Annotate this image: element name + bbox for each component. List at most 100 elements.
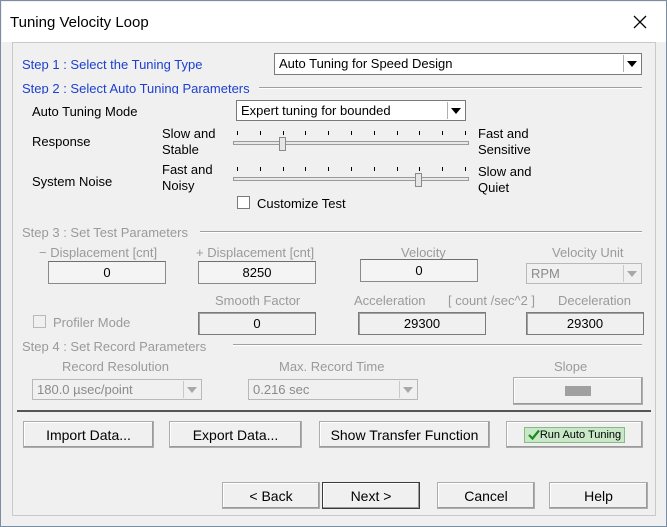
slider-thumb[interactable] — [279, 137, 286, 151]
tuning-dialog: Tuning Velocity Loop Step 1 : Select the… — [0, 0, 667, 527]
slider-track — [233, 177, 469, 181]
import-data-button[interactable]: Import Data... — [23, 421, 154, 448]
run-auto-tuning-badge: Run Auto Tuning — [523, 426, 626, 443]
slider-tick — [397, 131, 398, 135]
profiler-mode-checkbox[interactable] — [33, 315, 46, 328]
divider — [200, 231, 642, 233]
slider-tick — [237, 131, 238, 135]
chevron-down-icon — [183, 381, 200, 398]
response-left-label-2: Stable — [162, 142, 199, 157]
noise-left-label-2: Noisy — [162, 178, 195, 193]
slider-tick — [305, 131, 306, 135]
response-right-label-1: Fast and — [478, 126, 529, 141]
system-noise-label: System Noise — [32, 174, 113, 189]
slider-tick — [283, 131, 284, 135]
noise-slider[interactable] — [233, 163, 469, 189]
profiler-mode-label: Profiler Mode — [53, 315, 131, 330]
pos-displacement-label: + Displacement [cnt] — [196, 245, 315, 260]
record-resolution-value: 180.0 µsec/point — [37, 382, 133, 397]
noise-right-label-2: Quiet — [478, 180, 510, 195]
slider-tick — [260, 131, 261, 135]
response-slider[interactable] — [233, 127, 469, 153]
cancel-button[interactable]: Cancel — [437, 482, 535, 509]
slider-tick — [283, 167, 284, 171]
chevron-down-icon — [447, 102, 464, 119]
velocity-unit-value: RPM — [531, 266, 560, 281]
noise-left-label-1: Fast and — [162, 162, 213, 177]
slider-thumb[interactable] — [415, 173, 422, 187]
max-record-time-select[interactable]: 0.216 sec — [248, 379, 418, 400]
window-title: Tuning Velocity Loop — [10, 14, 149, 31]
title-bar: Tuning Velocity Loop — [2, 2, 666, 42]
velocity-field[interactable]: 0 — [360, 259, 478, 282]
divider — [233, 344, 642, 346]
slider-tick — [260, 167, 261, 171]
chevron-down-icon — [623, 55, 640, 72]
next-button[interactable]: Next > — [322, 482, 420, 509]
slider-tick — [328, 131, 329, 135]
acceleration-unit-label: [ count /sec^2 ] — [448, 293, 536, 308]
max-record-time-value: 0.216 sec — [253, 382, 310, 397]
record-resolution-label: Record Resolution — [62, 359, 169, 374]
velocity-unit-select[interactable]: RPM — [526, 263, 642, 284]
slider-tick — [465, 131, 466, 135]
tuning-type-value: Auto Tuning for Speed Design — [279, 56, 453, 71]
slider-tick — [397, 167, 398, 171]
checkmark-icon — [528, 429, 540, 440]
slider-tick — [305, 167, 306, 171]
slider-tick — [465, 167, 466, 171]
response-left-label-1: Slow and — [162, 126, 216, 141]
pos-displacement-field[interactable]: 8250 — [198, 261, 316, 284]
record-resolution-select[interactable]: 180.0 µsec/point — [32, 379, 202, 400]
auto-tuning-mode-value: Expert tuning for bounded — [241, 103, 391, 118]
velocity-label: Velocity — [401, 245, 446, 260]
noise-right-label-1: Slow and — [478, 164, 532, 179]
show-transfer-function-button[interactable]: Show Transfer Function — [319, 421, 490, 448]
back-button[interactable]: < Back — [222, 482, 320, 509]
divider — [259, 87, 642, 89]
deceleration-field[interactable]: 29300 — [526, 312, 644, 335]
slider-tick — [419, 167, 420, 171]
acceleration-field[interactable]: 29300 — [358, 312, 486, 335]
export-data-button[interactable]: Export Data... — [169, 421, 302, 448]
response-right-label-2: Sensitive — [478, 142, 531, 157]
customize-test-checkbox[interactable] — [237, 196, 250, 209]
slope-button[interactable] — [513, 377, 643, 405]
smooth-factor-label: Smooth Factor — [215, 293, 301, 308]
slider-tick — [328, 167, 329, 171]
max-record-time-label: Max. Record Time — [279, 359, 385, 374]
step3-label: Step 3 : Set Test Parameters — [22, 225, 188, 240]
slider-tick — [374, 131, 375, 135]
chevron-down-icon — [399, 381, 416, 398]
velocity-unit-label: Velocity Unit — [552, 245, 624, 260]
close-button[interactable] — [618, 5, 662, 39]
step2-label: Step 2 : Select Auto Tuning Parameters — [22, 81, 250, 94]
deceleration-label: Deceleration — [558, 293, 631, 308]
slider-tick — [442, 131, 443, 135]
slider-tick — [374, 167, 375, 171]
slope-swatch — [565, 386, 591, 396]
smooth-factor-field[interactable]: 0 — [198, 312, 316, 335]
step4-label: Step 4 : Set Record Parameters — [22, 339, 207, 354]
slider-tick — [351, 167, 352, 171]
run-auto-tuning-label: Run Auto Tuning — [539, 428, 622, 441]
slider-tick — [351, 131, 352, 135]
response-label: Response — [32, 134, 91, 149]
slider-tick — [442, 167, 443, 171]
divider — [17, 410, 651, 412]
slider-track — [233, 141, 469, 145]
tuning-type-select[interactable]: Auto Tuning for Speed Design — [274, 53, 642, 75]
help-button[interactable]: Help — [549, 482, 648, 509]
neg-displacement-label: − Displacement [cnt] — [39, 245, 158, 260]
slider-tick — [419, 131, 420, 135]
acceleration-label: Acceleration — [354, 293, 426, 308]
auto-tuning-mode-select[interactable]: Expert tuning for bounded — [236, 100, 466, 121]
auto-tuning-mode-label: Auto Tuning Mode — [32, 104, 138, 119]
chevron-down-icon — [623, 265, 640, 282]
neg-displacement-field[interactable]: 0 — [48, 261, 166, 284]
run-auto-tuning-button[interactable]: Run Auto Tuning — [506, 421, 643, 448]
slider-tick — [237, 167, 238, 171]
customize-test-label: Customize Test — [257, 196, 346, 211]
step1-label: Step 1 : Select the Tuning Type — [22, 57, 203, 72]
slope-label: Slope — [554, 359, 588, 374]
